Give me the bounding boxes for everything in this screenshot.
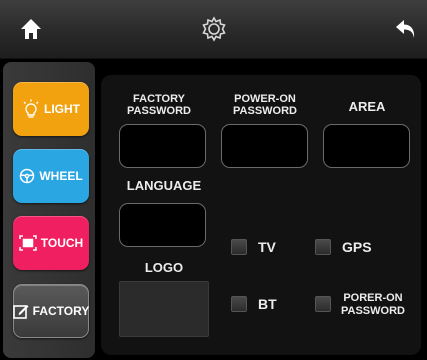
lightbulb-icon [22,99,40,119]
tv-label: TV [258,239,276,255]
top-bar [0,0,427,59]
language-field[interactable] [119,203,206,247]
sidebar-item-label: TOUCH [40,236,84,250]
sidebar: LIGHT WHEEL TOUCH FACTORY [3,62,95,358]
power-on-password-field[interactable] [221,124,308,168]
back-arrow-icon[interactable] [391,0,421,58]
logo-label: LOGO [144,260,184,275]
edit-icon [12,303,29,319]
factory-password-field[interactable] [119,124,206,168]
area-label: AREA [348,99,386,114]
steering-wheel-icon [19,168,35,184]
area-field[interactable] [323,124,410,168]
poweron-password-checkbox[interactable] [315,296,331,312]
sidebar-item-label: WHEEL [39,169,83,183]
bt-checkbox[interactable] [231,296,247,312]
bt-label: BT [258,296,277,312]
gear-icon[interactable] [197,0,231,58]
gps-label: GPS [342,239,372,255]
sidebar-item-wheel[interactable]: WHEEL [13,149,89,203]
gps-checkbox[interactable] [315,239,331,255]
poweron-password-label: PORER-ON PASSWORD [341,292,405,317]
home-icon[interactable] [14,0,48,58]
sidebar-item-light[interactable]: LIGHT [13,82,89,136]
language-label: LANGUAGE [126,178,202,193]
tv-checkbox[interactable] [231,239,247,255]
factory-password-label: FACTORY PASSWORD [127,93,191,117]
sidebar-item-touch[interactable]: TOUCH [13,216,89,270]
sidebar-item-factory[interactable]: FACTORY [12,284,90,338]
sidebar-item-label: LIGHT [44,102,80,116]
touch-screen-icon [19,235,37,251]
logo-preview[interactable] [119,281,209,337]
sidebar-item-label: FACTORY [32,304,90,318]
power-on-password-label: POWER-ON PASSWORD [233,93,297,117]
